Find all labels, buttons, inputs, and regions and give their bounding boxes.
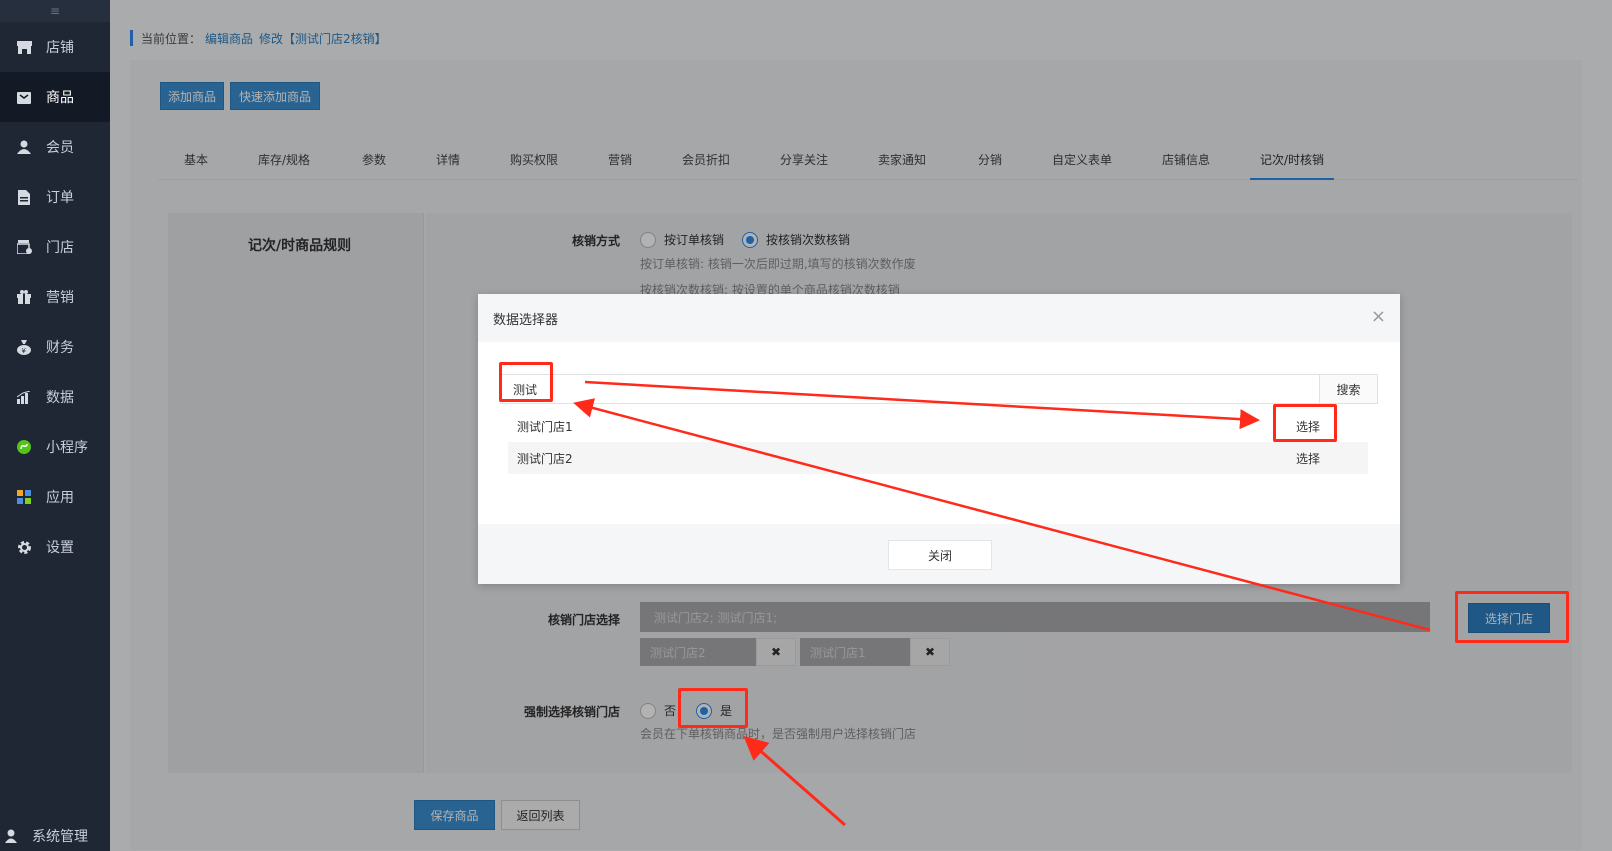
sidebar-item-label: 营销 — [46, 290, 74, 306]
sidebar-item-orders[interactable]: 订单 — [0, 172, 110, 222]
sidebar-item-data[interactable]: 数据 — [0, 372, 110, 422]
sidebar-item-label: 门店 — [46, 240, 74, 256]
select-result-button[interactable]: 选择 — [1296, 418, 1320, 435]
result-row: 测试门店1 选择 — [508, 410, 1368, 442]
sidebar-item-goods[interactable]: 商品 — [0, 72, 110, 122]
search-button[interactable]: 搜索 — [1319, 375, 1377, 403]
sidebar-item-miniapp[interactable]: 小程序 — [0, 422, 110, 472]
miniapp-icon — [16, 439, 32, 455]
sidebar-item-label: 财务 — [46, 340, 74, 356]
user-icon — [16, 139, 32, 155]
admin-icon — [4, 828, 20, 844]
sidebar-item-label: 订单 — [46, 190, 74, 206]
result-store-name: 测试门店2 — [517, 451, 573, 466]
sidebar-item-label: 商品 — [46, 90, 74, 106]
sidebar-collapse-icon[interactable]: ≡ — [0, 0, 110, 22]
gift-icon — [16, 289, 32, 305]
sidebar-item-apps[interactable]: 应用 — [0, 472, 110, 522]
result-row: 测试门店2 选择 — [508, 442, 1368, 474]
sidebar-item-label: 店铺 — [46, 40, 74, 56]
sidebar-item-label: 系统管理 — [32, 829, 88, 845]
gear-icon — [16, 539, 32, 555]
sidebar-item-store[interactable]: 店铺 — [0, 22, 110, 72]
select-result-button[interactable]: 选择 — [1296, 450, 1320, 467]
modal-title: 数据选择器 — [493, 312, 559, 328]
sidebar-item-settings[interactable]: 设置 — [0, 522, 110, 572]
sidebar-item-label: 应用 — [46, 490, 74, 506]
store-icon — [16, 39, 32, 55]
sidebar-item-marketing[interactable]: 营销 — [0, 272, 110, 322]
money-icon: ¥ — [16, 339, 32, 355]
sidebar-item-label: 设置 — [46, 540, 74, 556]
sidebar-item-system[interactable]: 系统管理 — [0, 821, 110, 851]
data-selector-modal: 数据选择器 × 搜索 测试门店1 选择 测试门店2 选择 关闭 — [478, 294, 1400, 584]
sidebar-item-label: 会员 — [46, 140, 74, 156]
svg-text:¥: ¥ — [22, 347, 27, 355]
sidebar-item-member[interactable]: 会员 — [0, 122, 110, 172]
sidebar-item-label: 小程序 — [46, 440, 88, 456]
close-icon[interactable]: × — [1371, 308, 1386, 326]
apps-icon — [16, 489, 32, 505]
sidebar-item-finance[interactable]: ¥ 财务 — [0, 322, 110, 372]
search-bar: 搜索 — [500, 374, 1378, 404]
sidebar: ≡ 店铺 商品 会员 订单 门店 营销 ¥ 财务 数据 小程序 应用 设置 系统… — [0, 0, 110, 851]
modal-footer: 关闭 — [478, 524, 1400, 584]
sidebar-item-label: 数据 — [46, 390, 74, 406]
shop-icon — [16, 239, 32, 255]
result-store-name: 测试门店1 — [517, 419, 573, 434]
document-icon — [16, 189, 32, 205]
search-input[interactable] — [501, 375, 1319, 403]
chart-icon — [16, 389, 32, 405]
close-modal-button[interactable]: 关闭 — [888, 540, 992, 570]
sidebar-item-shops[interactable]: 门店 — [0, 222, 110, 272]
goods-icon — [16, 89, 32, 105]
modal-header: 数据选择器 × — [478, 294, 1400, 342]
